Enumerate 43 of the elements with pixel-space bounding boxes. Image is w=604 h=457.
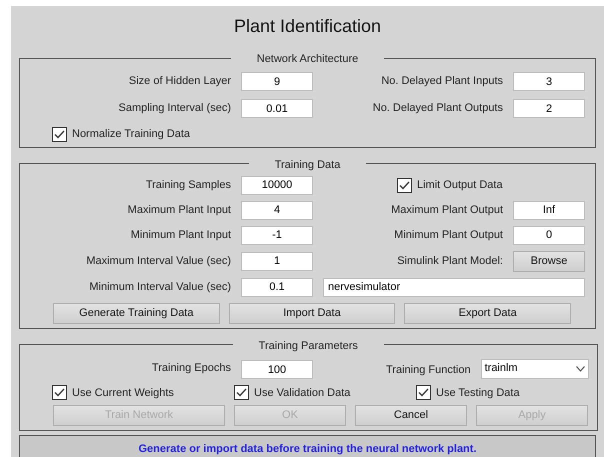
input-field[interactable]: 9 [241,72,313,91]
checkbox-label: Use Testing Data [436,386,520,400]
status-message: Generate or import data before training the neural network plant. [138,443,476,455]
panel-legend: Training Data [274,158,340,170]
field-label: Minimum Interval Value (sec) [88,280,231,295]
window-title: Plant Identification [232,15,382,38]
field-label: Minimum Plant Output [393,228,503,243]
checkbox-label: Use Validation Data [254,386,350,400]
push-button[interactable]: Generate Training Data [53,302,220,324]
dropdown[interactable]: trainlm [480,358,589,378]
push-button[interactable]: Export Data [404,302,571,324]
field-label: No. Delayed Plant Inputs [380,74,503,90]
field-label: Maximum Plant Output [390,202,503,218]
checkbox-label: Limit Output Data [417,178,503,193]
input-field[interactable]: -1 [241,226,313,244]
input-field[interactable]: 0.1 [241,278,313,296]
field-label: Training Function [386,364,471,376]
panel-legend: Network Architecture [256,53,358,65]
input-field[interactable]: 2 [513,99,585,118]
panel-legend: Training Parameters [258,340,358,352]
checkbox-label: Use Current Weights [72,386,174,400]
push-button[interactable]: Cancel [355,405,467,426]
field-label: Size of Hidden Layer [128,74,231,90]
input-field[interactable]: Inf [513,200,585,220]
input-field[interactable]: 4 [241,200,313,220]
field-label: Minimum Plant Input [130,228,231,243]
checkbox-label: Normalize Training Data [72,127,190,142]
input-field[interactable]: 3 [513,72,585,91]
field-label: Sampling Interval (sec) [118,101,231,116]
field-label: Training Samples [144,178,231,193]
input-field[interactable]: 0.01 [241,99,313,118]
input-field[interactable]: 0 [513,226,585,244]
input-field[interactable]: 1 [241,252,313,270]
field-label: Training Epochs [152,361,231,376]
field-label: Simulink Plant Model: [396,254,503,269]
push-button[interactable]: Import Data [228,302,396,324]
input-field[interactable]: 100 [241,360,313,379]
input-field[interactable]: nervesimulator [323,278,585,296]
input-field[interactable]: 10000 [241,176,313,194]
field-label: Maximum Plant Input [126,202,231,218]
field-label: Maximum Interval Value (sec) [85,254,231,269]
field-label: No. Delayed Plant Outputs [372,101,503,116]
push-button[interactable]: Browse [513,250,585,272]
